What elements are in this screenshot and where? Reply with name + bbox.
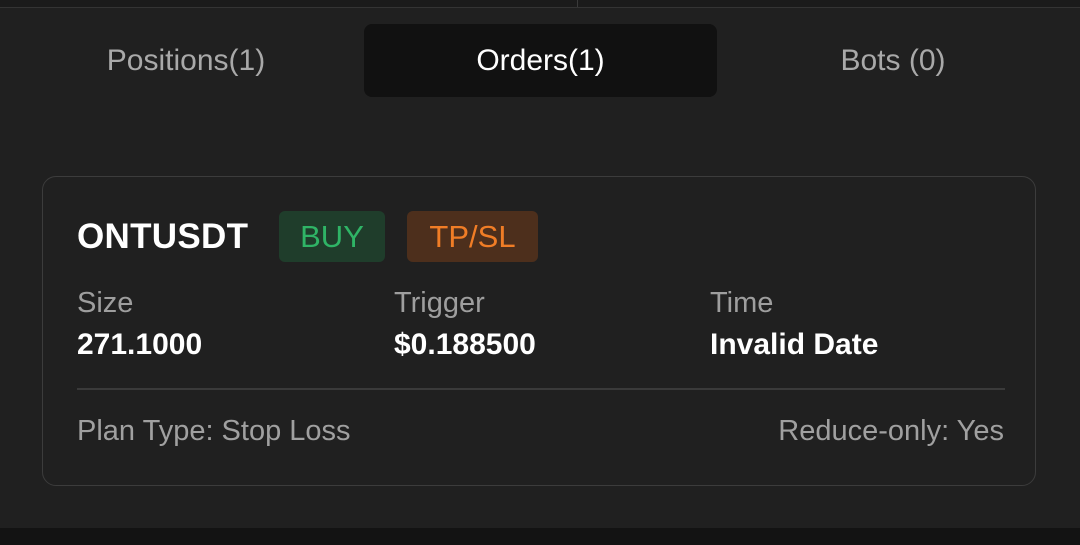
- time-value: Invalid Date: [710, 328, 879, 361]
- order-symbol: ONTUSDT: [77, 217, 249, 256]
- tab-orders[interactable]: Orders(1): [364, 24, 717, 97]
- top-strip: [0, 0, 1080, 8]
- plan-type-text: Plan Type: Stop Loss: [77, 415, 351, 447]
- tab-bots[interactable]: Bots (0): [717, 24, 1069, 97]
- order-type-badge: TP/SL: [407, 211, 538, 262]
- tab-bar: Positions(1) Orders(1) Bots (0): [0, 24, 1080, 97]
- reduce-only-text: Reduce-only: Yes: [778, 415, 1004, 447]
- trigger-value: $0.188500: [394, 328, 536, 361]
- side-badge: BUY: [279, 211, 385, 262]
- size-label: Size: [77, 287, 134, 319]
- size-value: 271.1000: [77, 328, 203, 361]
- trigger-label: Trigger: [394, 287, 485, 319]
- time-label: Time: [710, 287, 774, 319]
- bottom-bar: [0, 528, 1080, 545]
- card-divider: [77, 388, 1005, 390]
- tab-positions[interactable]: Positions(1): [10, 24, 362, 97]
- top-divider: [577, 0, 578, 7]
- order-card[interactable]: ONTUSDT BUY TP/SL Size 271.1000 Trigger …: [42, 176, 1036, 486]
